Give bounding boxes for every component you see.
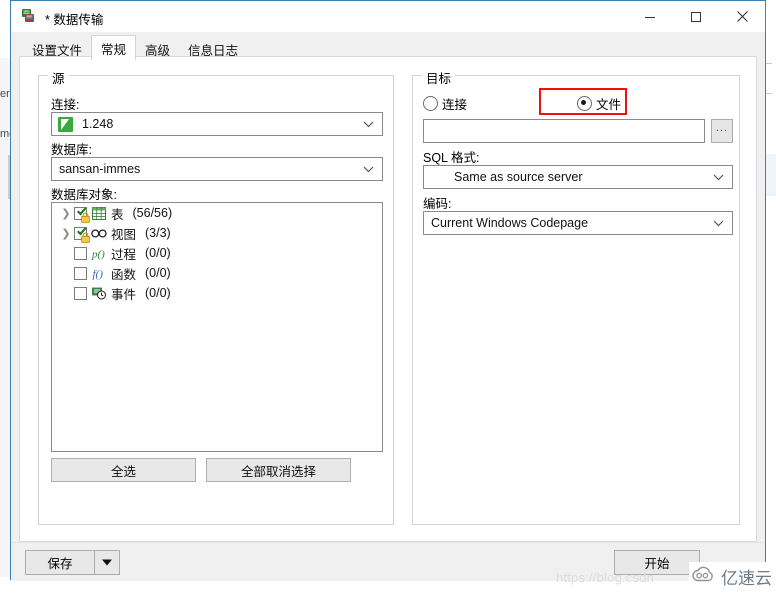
database-objects-tree[interactable]: ❯ 表 (56/56) ❯ 视图 (3/3) p() 过程 (0/0) f() … — [51, 202, 383, 452]
source-group-legend: 源 — [48, 68, 69, 87]
cloud-icon — [691, 566, 717, 587]
tree-item-count: (0/0) — [145, 266, 171, 280]
watermark-brand-text: 亿速云 — [721, 569, 772, 588]
lock-icon — [81, 211, 90, 223]
sql-format-label: SQL 格式: — [423, 151, 480, 165]
browse-button[interactable]: ... — [711, 119, 733, 143]
encoding-label: 编码: — [423, 197, 452, 211]
tree-row[interactable]: ❯ — [52, 203, 382, 223]
tree-row[interactable]: ❯ f() 函数 (0/0) — [52, 263, 382, 283]
tree-checkbox[interactable] — [74, 226, 90, 243]
background-text-top: er — [0, 88, 10, 100]
tree-item-count: (3/3) — [145, 226, 171, 240]
data-transfer-icon — [21, 8, 39, 26]
tree-expander-placeholder: ❯ — [58, 287, 74, 300]
procedure-icon: p() — [90, 247, 108, 260]
svg-text:p(): p() — [91, 248, 105, 260]
chevron-right-icon[interactable]: ❯ — [58, 227, 74, 240]
window-title: * 数据传输 — [45, 13, 104, 27]
radio-circle-icon — [423, 96, 438, 111]
target-group: 目标 连接 文件 ... SQL 格式: Same as source serv… — [412, 68, 740, 525]
tree-item-label: 函数 — [111, 267, 137, 282]
radio-file[interactable]: 文件 — [577, 94, 621, 113]
screenshot-root: er me * 数据传输 设置文件 常规 高级 信息日志 源 连接: 1.248… — [0, 0, 776, 599]
tree-item-label: 过程 — [111, 247, 137, 262]
tree-checkbox[interactable] — [74, 246, 87, 260]
tree-checkbox[interactable] — [74, 206, 90, 223]
tree-item-label: 视图 — [111, 227, 137, 242]
radio-connection[interactable]: 连接 — [423, 94, 467, 113]
chevron-down-icon — [713, 166, 724, 188]
green-connection-icon — [58, 117, 73, 132]
encoding-value: Current Windows Codepage — [431, 216, 589, 230]
sql-format-combobox[interactable]: Same as source server — [423, 165, 733, 189]
tree-item-count: (56/56) — [132, 206, 173, 220]
save-split-button[interactable]: 保存 — [25, 550, 120, 575]
chevron-down-icon — [713, 212, 724, 234]
tree-checkbox[interactable] — [74, 286, 87, 300]
tree-item-label: 表 — [111, 207, 124, 222]
chevron-right-icon[interactable]: ❯ — [58, 207, 74, 220]
tab-general[interactable]: 常规 — [91, 35, 137, 60]
table-icon — [90, 206, 108, 220]
file-path-input[interactable] — [423, 119, 705, 143]
tree-item-count: (0/0) — [145, 286, 171, 300]
window-controls — [627, 1, 765, 32]
source-group: 源 连接: 1.248 数据库: sansan-immes 数据库对象: ❯ 表… — [38, 68, 394, 525]
svg-text:f(): f() — [93, 268, 104, 280]
title-bar[interactable]: * 数据传输 — [11, 1, 765, 32]
deselect-all-button[interactable]: 全部取消选择 — [206, 458, 351, 482]
tab-page-general: 源 连接: 1.248 数据库: sansan-immes 数据库对象: ❯ 表… — [19, 56, 757, 542]
function-icon: f() — [90, 267, 108, 280]
tree-expander-placeholder: ❯ — [58, 247, 74, 260]
watermark-url: https://blog.csdn — [556, 570, 655, 585]
tree-row[interactable]: ❯ — [52, 223, 382, 243]
radio-file-label: 文件 — [596, 98, 622, 112]
close-icon[interactable] — [719, 1, 765, 32]
view-icon — [90, 228, 108, 239]
tree-expander-placeholder: ❯ — [58, 267, 74, 280]
maximize-icon[interactable] — [673, 1, 719, 32]
minimize-icon[interactable] — [627, 1, 673, 32]
tree-item-label: 事件 — [111, 287, 137, 302]
tree-row[interactable]: ❯ 事件 (0/0) — [52, 283, 382, 303]
connection-label: 连接: — [51, 98, 80, 112]
target-group-legend: 目标 — [422, 68, 456, 87]
chevron-down-icon — [363, 113, 374, 135]
database-objects-label: 数据库对象: — [51, 188, 117, 202]
radio-circle-selected-icon — [577, 96, 592, 111]
sql-format-value: Same as source server — [454, 170, 583, 184]
event-icon — [90, 287, 108, 300]
radio-connection-label: 连接 — [442, 98, 468, 112]
tree-item-count: (0/0) — [145, 246, 171, 260]
tree-checkbox[interactable] — [74, 266, 87, 280]
select-all-button[interactable]: 全选 — [51, 458, 196, 482]
data-transfer-dialog: * 数据传输 设置文件 常规 高级 信息日志 源 连接: 1.248 数据库: … — [10, 0, 766, 581]
tree-row[interactable]: ❯ p() 过程 (0/0) — [52, 243, 382, 263]
encoding-combobox[interactable]: Current Windows Codepage — [423, 211, 733, 235]
database-value: sansan-immes — [59, 162, 141, 176]
watermark-brand: 亿速云 — [689, 562, 776, 591]
save-button[interactable]: 保存 — [26, 551, 94, 574]
database-combobox[interactable]: sansan-immes — [51, 157, 383, 181]
chevron-down-icon — [363, 158, 374, 180]
caret-down-icon[interactable] — [94, 551, 119, 574]
connection-combobox[interactable]: 1.248 — [51, 112, 383, 136]
database-label: 数据库: — [51, 143, 92, 157]
lock-icon — [81, 231, 90, 243]
